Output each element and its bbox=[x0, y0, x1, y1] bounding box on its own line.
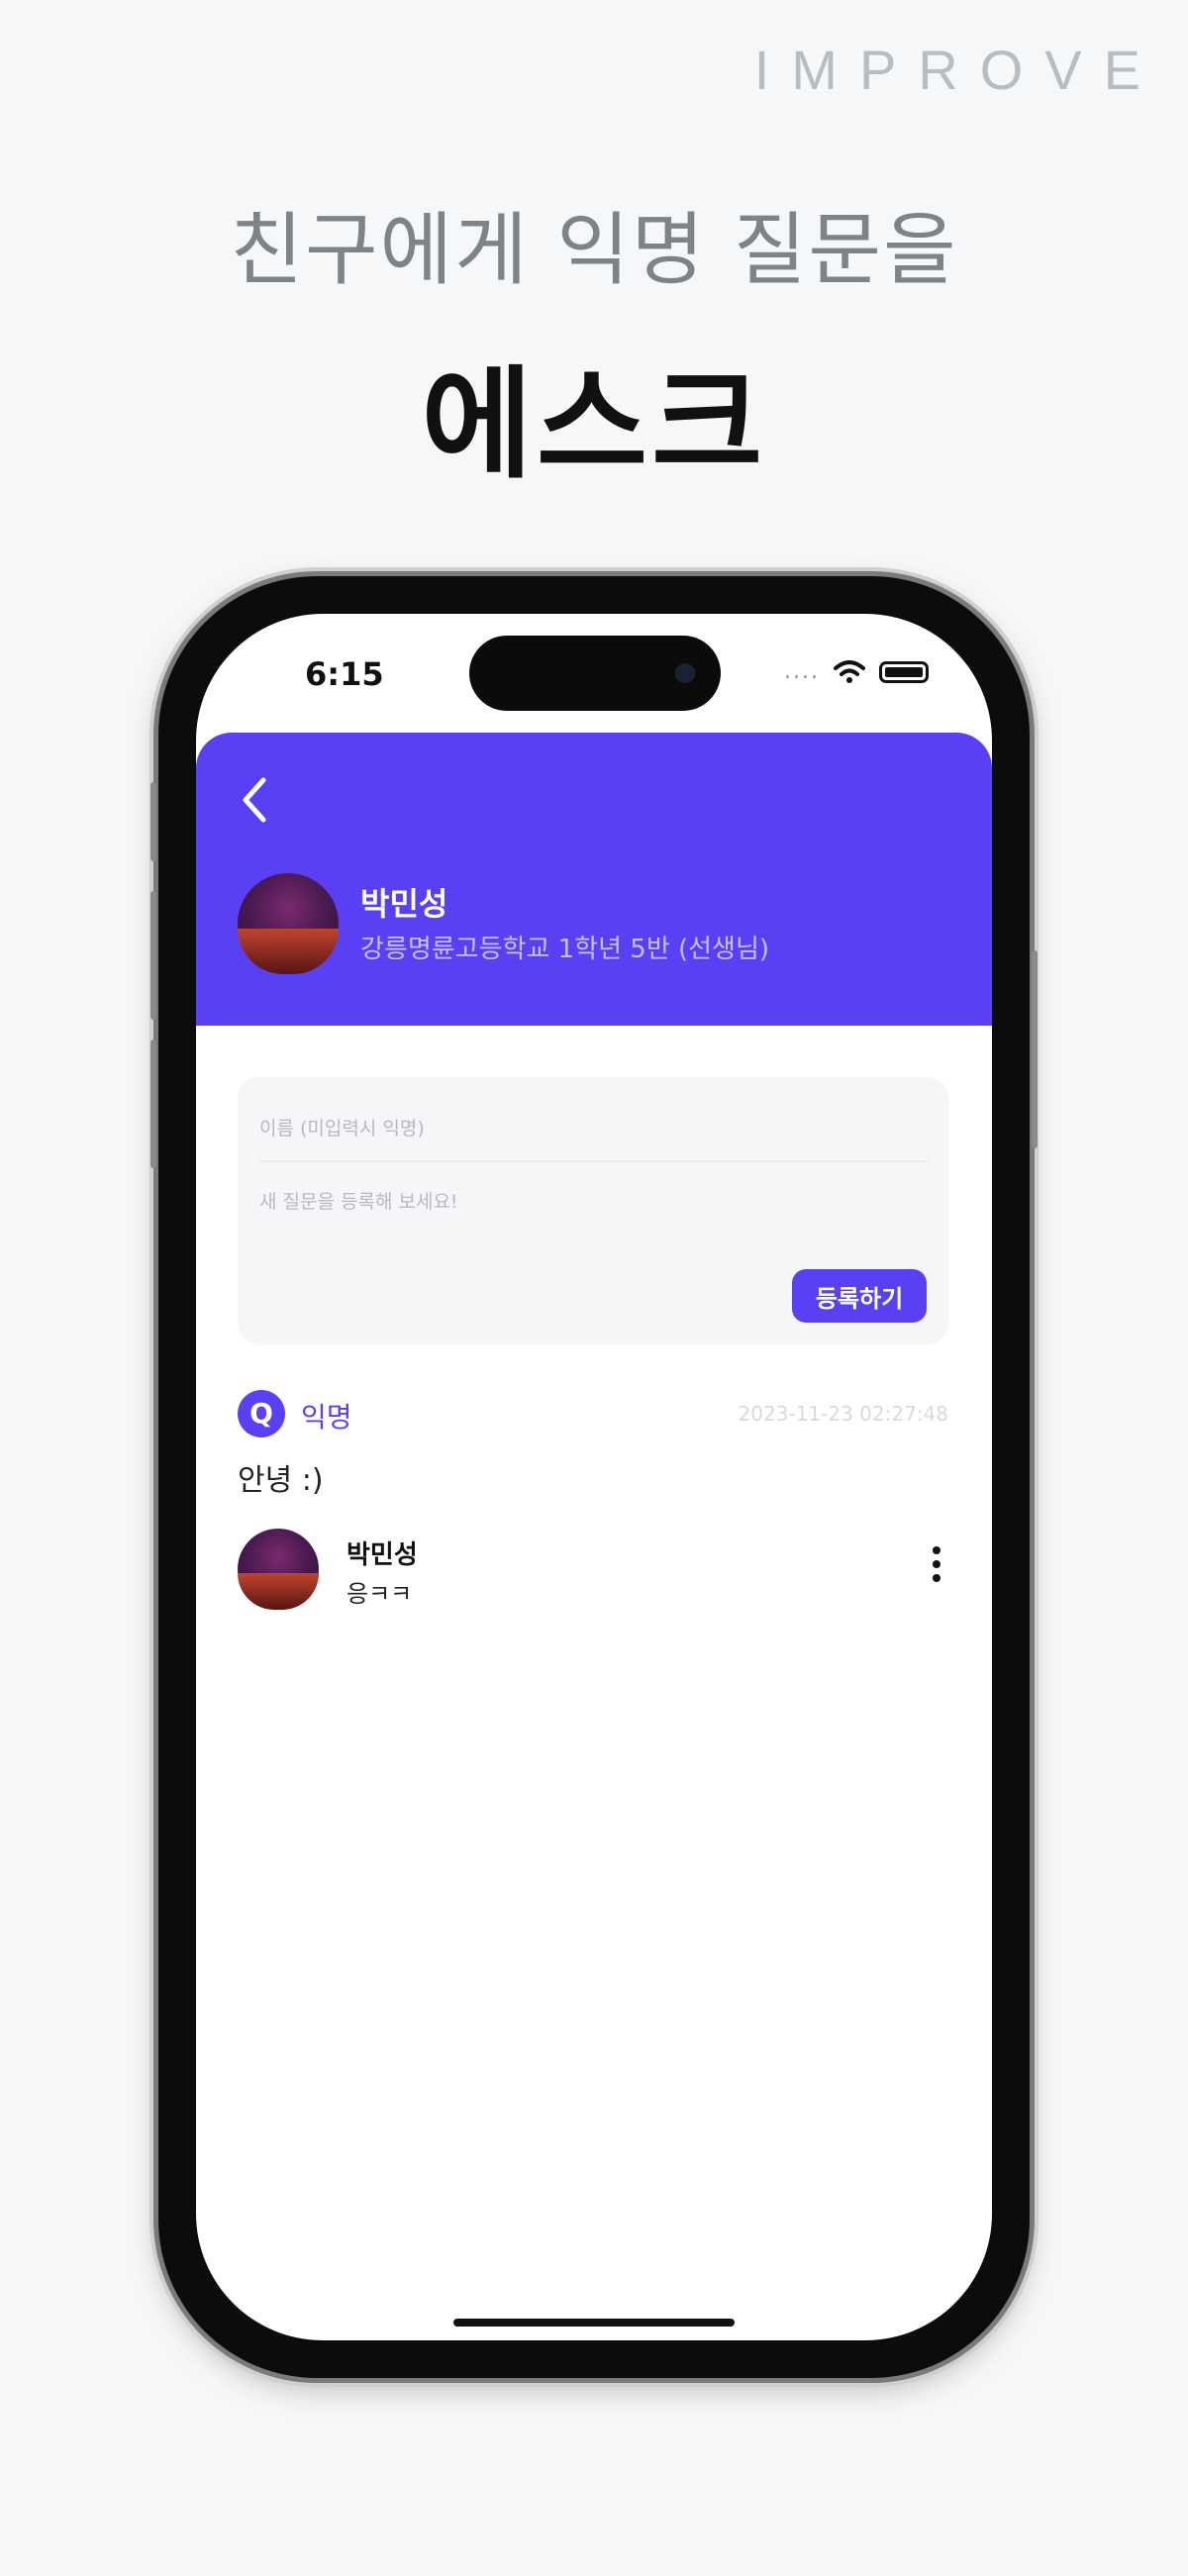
profile-name: 박민성 bbox=[360, 885, 448, 923]
reply-avatar bbox=[238, 1529, 319, 1610]
more-options-icon[interactable] bbox=[925, 1546, 948, 1592]
profile-avatar bbox=[238, 873, 339, 974]
phone-power-button bbox=[1032, 950, 1038, 1148]
question-form: 등록하기 bbox=[238, 1077, 948, 1344]
phone-side-button bbox=[150, 891, 156, 1020]
phone-side-button bbox=[150, 782, 156, 861]
phone-side-button bbox=[150, 1040, 156, 1168]
submit-button[interactable]: 등록하기 bbox=[792, 1269, 927, 1323]
back-arrow-icon[interactable] bbox=[232, 770, 277, 830]
reply-name: 박민성 bbox=[346, 1540, 418, 1570]
question-badge-icon: Q bbox=[238, 1390, 285, 1437]
name-input[interactable] bbox=[259, 1107, 929, 1150]
home-indicator[interactable] bbox=[453, 2319, 735, 2327]
camera-icon bbox=[675, 663, 695, 683]
reply-item: 박민성 응ㅋㅋ bbox=[238, 1525, 948, 1614]
profile-header: 박민성 강릉명륜고등학교 1학년 5반 (선생님) bbox=[196, 733, 992, 1026]
reply-text: 응ㅋㅋ bbox=[346, 1580, 413, 1608]
question-date: 2023-11-23 02:27:48 bbox=[738, 1402, 948, 1426]
question-header: Q 익명 2023-11-23 02:27:48 bbox=[238, 1386, 948, 1441]
profile-school: 강릉명륜고등학교 1학년 5반 (선생님) bbox=[360, 935, 770, 964]
wifi-icon bbox=[834, 659, 865, 683]
signal-icon: .... bbox=[784, 659, 820, 684]
headline-subtitle: 친구에게 익명 질문을 bbox=[230, 204, 958, 296]
form-divider bbox=[259, 1160, 929, 1162]
status-bar: 6:15 .... bbox=[196, 614, 992, 723]
question-author: 익명 bbox=[301, 1401, 352, 1434]
status-icons: .... bbox=[784, 659, 929, 684]
question-input[interactable] bbox=[259, 1180, 929, 1224]
brand-logo: IMPROVE bbox=[753, 39, 1162, 101]
app-screen: 6:15 .... 박민성 강릉명륜고등학교 1학년 5반 (선생님) 등록하기… bbox=[196, 614, 992, 2340]
question-text: 안녕 :) bbox=[238, 1463, 324, 1498]
status-time: 6:15 bbox=[305, 655, 384, 693]
headline-title: 에스크 bbox=[421, 354, 767, 495]
battery-icon bbox=[879, 660, 929, 683]
dynamic-island bbox=[469, 636, 721, 711]
